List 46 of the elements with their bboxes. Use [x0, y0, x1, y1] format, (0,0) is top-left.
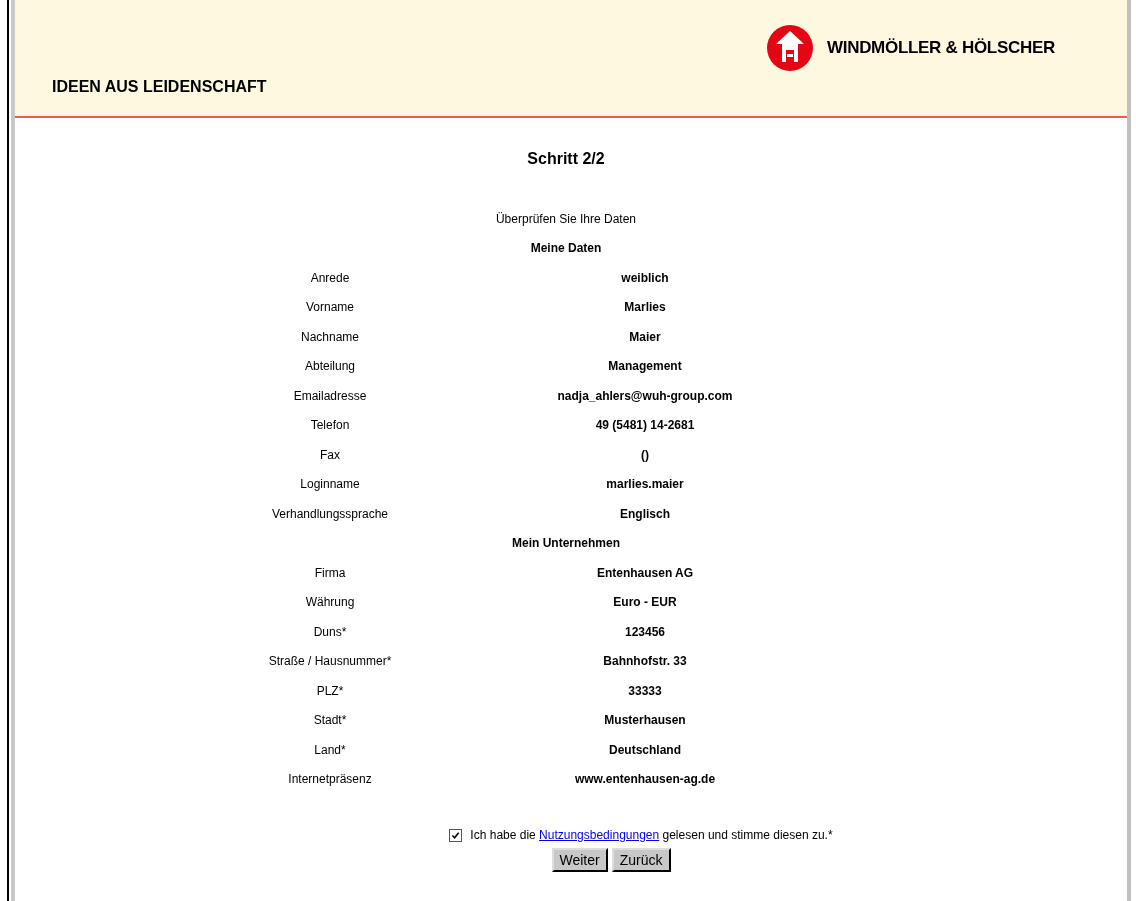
field-label: Internetpräsenz [287, 772, 373, 787]
house-logo-icon [766, 24, 814, 72]
field-label: Loginname [299, 477, 361, 492]
field-label: Währung [304, 595, 356, 610]
field-label: Abteilung [303, 359, 356, 374]
field-value: Entenhausen AG [595, 565, 695, 580]
field-value: Marlies [623, 300, 667, 315]
field-value: www.entenhausen-ag.de [573, 772, 717, 787]
field-value: 123456 [623, 624, 666, 639]
section-heading: Mein Unternehmen [511, 536, 621, 551]
field-label: Vorname [305, 300, 355, 315]
tagline: IDEEN AUS LEIDENSCHAFT [52, 78, 267, 96]
field-value: weiblich [620, 270, 670, 285]
field-value: Euro - EUR [612, 595, 678, 610]
field-label: Anrede [309, 270, 351, 285]
field-value: marlies.maier [605, 477, 685, 492]
field-label: Fax [319, 447, 341, 462]
field-label: Emailadresse [292, 388, 368, 403]
brand-name: WINDMÖLLER & HÖLSCHER [827, 38, 1055, 58]
field-value: nadja_ahlers@wuh-group.com [556, 388, 734, 403]
field-value: 49 (5481) 14-2681 [594, 418, 696, 433]
field-value: Musterhausen [603, 713, 687, 728]
field-value: Englisch [619, 506, 671, 521]
field-label: Duns* [312, 624, 348, 639]
terms-link[interactable]: Nutzungsbedingungen [539, 828, 660, 842]
terms-checkbox[interactable] [449, 828, 463, 842]
form-button[interactable]: Zurück [611, 848, 671, 872]
step-title: Schritt 2/2 [526, 150, 606, 168]
field-label: Land* [313, 742, 347, 757]
section-heading: Meine Daten [529, 241, 603, 256]
field-label: Straße / Hausnummer* [267, 654, 393, 669]
field-value: 33333 [627, 683, 663, 698]
field-label: Firma [313, 565, 347, 580]
field-label: Nachname [300, 329, 360, 344]
field-value: Bahnhofstr. 33 [602, 654, 688, 669]
field-value: Maier [628, 329, 662, 344]
field-label: PLZ* [315, 683, 345, 698]
terms-text: Ich habe die Nutzungsbedingungen gelesen und stimme diesen zu.* [470, 828, 833, 842]
field-value: Management [607, 359, 683, 374]
field-value: Deutschland [608, 742, 682, 757]
intro-text: Überprüfen Sie Ihre Daten [494, 211, 638, 226]
form-button[interactable]: Weiter [551, 848, 608, 872]
field-label: Telefon [309, 418, 351, 433]
field-label: Verhandlungssprache [270, 506, 390, 521]
field-value: () [640, 447, 650, 462]
field-label: Stadt* [312, 713, 348, 728]
